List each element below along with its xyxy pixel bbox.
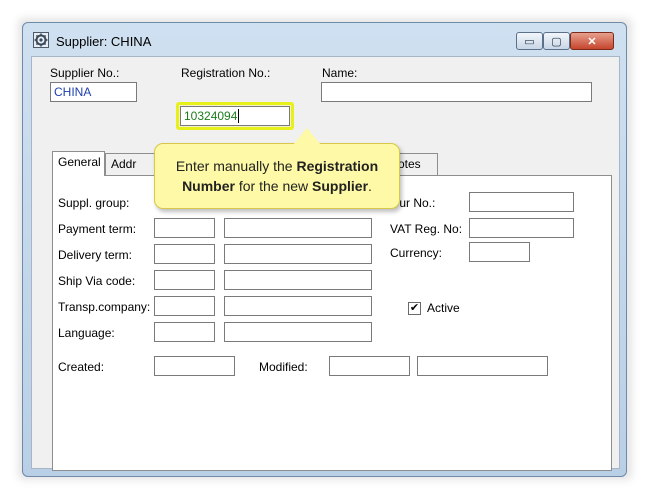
window-title: Supplier: CHINA: [56, 34, 152, 49]
language-desc-input[interactable]: [224, 322, 372, 342]
transp-company-label: Transp.company:: [58, 300, 151, 314]
vat-reg-input[interactable]: [469, 218, 574, 238]
name-label: Name:: [322, 66, 358, 80]
gear-icon: [33, 32, 49, 48]
transp-company-code-input[interactable]: [154, 296, 215, 316]
callout-text-1: Enter manually the: [175, 158, 297, 174]
payment-term-desc-input[interactable]: [224, 218, 372, 238]
active-label: Active: [427, 301, 460, 315]
language-code-input[interactable]: [154, 322, 215, 342]
instruction-callout: Enter manually the Registration Number f…: [154, 143, 400, 209]
registration-no-value: 10324094: [184, 109, 238, 123]
title-bar[interactable]: Supplier: CHINA ▭ ▢ ✕: [23, 23, 626, 50]
supplier-no-label: Supplier No.:: [50, 66, 120, 80]
ship-via-code-input[interactable]: [154, 270, 215, 290]
minimize-button[interactable]: ▭: [516, 32, 543, 50]
close-button[interactable]: ✕: [570, 32, 614, 50]
callout-text-2: for the new: [234, 178, 313, 194]
modified-by-input[interactable]: [417, 356, 548, 376]
maximize-icon: ▢: [551, 35, 562, 48]
registration-no-input[interactable]: 10324094: [180, 106, 290, 126]
modified-date-input[interactable]: [329, 356, 410, 376]
currency-input[interactable]: [469, 242, 530, 262]
general-tab-panel: Suppl. group: Payment term: Delivery ter…: [52, 175, 612, 471]
language-label: Language:: [58, 326, 115, 340]
created-input[interactable]: [154, 356, 235, 376]
payment-term-label: Payment term:: [58, 222, 137, 236]
callout-bold-number: Number: [182, 178, 235, 194]
callout-text-3: .: [368, 178, 372, 194]
maximize-button[interactable]: ▢: [543, 32, 570, 50]
tab-address[interactable]: Addr: [105, 153, 155, 175]
modified-label: Modified:: [259, 360, 308, 374]
vat-reg-label: VAT Reg. No:: [390, 222, 463, 236]
ship-via-desc-input[interactable]: [224, 270, 372, 290]
check-icon: ✔: [409, 302, 420, 314]
currency-label: Currency:: [390, 246, 443, 260]
ship-via-label: Ship Via code:: [58, 274, 136, 288]
delivery-term-code-input[interactable]: [154, 244, 215, 264]
active-checkbox[interactable]: ✔: [408, 302, 421, 315]
tab-address-label: Addr: [111, 157, 137, 171]
registration-no-label: Registration No.:: [181, 66, 271, 80]
delivery-term-label: Delivery term:: [58, 248, 133, 262]
callout-bold-registration: Registration: [296, 158, 379, 174]
our-no-input[interactable]: [469, 192, 574, 212]
minimize-icon: ▭: [524, 35, 535, 48]
name-input[interactable]: [321, 82, 592, 102]
supplier-window: Supplier: CHINA ▭ ▢ ✕ Supplier No.: CHIN…: [22, 22, 627, 477]
dialog-client-area: Supplier No.: CHINA Registration No.: 10…: [31, 56, 620, 471]
delivery-term-desc-input[interactable]: [224, 244, 372, 264]
tab-general-label: General: [58, 155, 101, 169]
supplier-no-input[interactable]: CHINA: [50, 82, 137, 102]
tab-notes-label: otes: [398, 157, 421, 171]
tab-general[interactable]: General: [52, 151, 105, 176]
suppl-group-label: Suppl. group:: [58, 196, 130, 210]
callout-pointer: [293, 128, 321, 145]
payment-term-code-input[interactable]: [154, 218, 215, 238]
close-icon: ✕: [587, 35, 597, 48]
callout-bold-supplier: Supplier: [312, 178, 369, 194]
created-label: Created:: [58, 360, 105, 374]
transp-company-desc-input[interactable]: [224, 296, 372, 316]
